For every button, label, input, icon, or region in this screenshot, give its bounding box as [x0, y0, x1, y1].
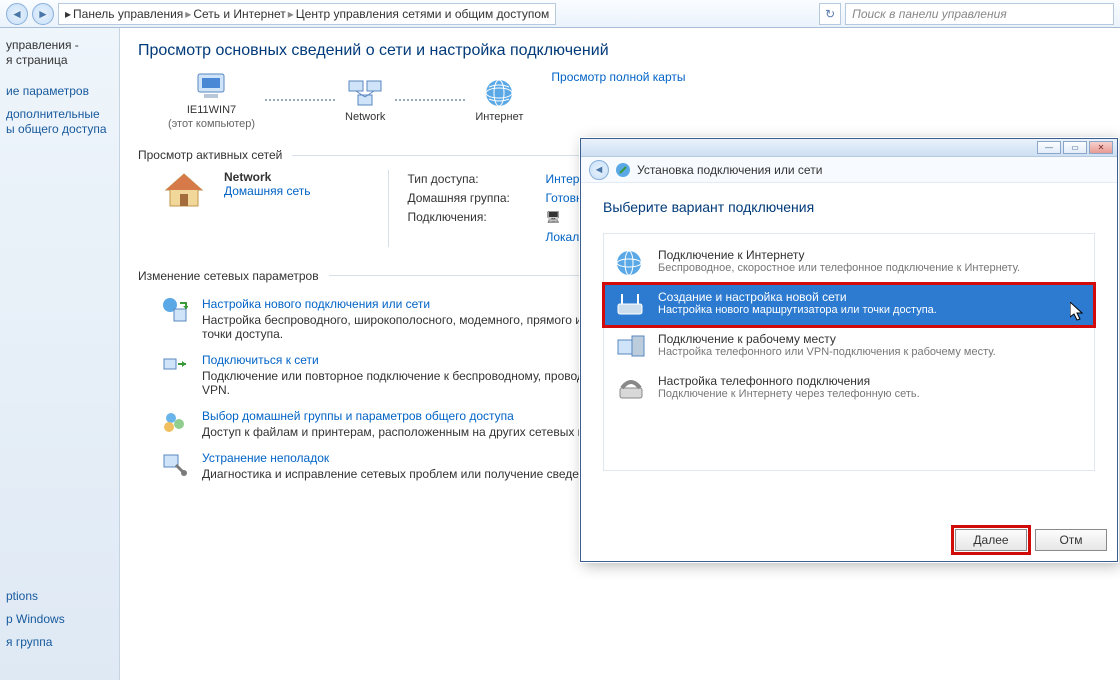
task-link[interactable]: Устранение неполадок: [202, 451, 632, 465]
network-name: Network: [224, 170, 310, 184]
node-label: IE11WIN7: [187, 104, 236, 116]
home-network-icon: [162, 170, 206, 210]
chevron-right-icon: ▸: [288, 7, 294, 21]
breadcrumb[interactable]: ▸ Панель управления ▸ Сеть и Интернет ▸ …: [58, 3, 556, 25]
network-node-network[interactable]: Network: [345, 77, 385, 123]
network-type-link[interactable]: Домашняя сеть: [224, 184, 310, 198]
breadcrumb-item[interactable]: Панель управления: [73, 7, 183, 21]
phone-icon: [614, 374, 648, 404]
full-map-link[interactable]: Просмотр полной карты: [551, 70, 685, 84]
sidebar-footer-link[interactable]: р Windows: [6, 612, 65, 627]
connection-line: [395, 99, 465, 101]
wizard-header: ◄ Установка подключения или сети: [581, 157, 1117, 183]
connection-wizard-icon: [162, 297, 188, 323]
address-bar: ◄ ► ▸ Панель управления ▸ Сеть и Интерне…: [0, 0, 1120, 28]
option-title: Настройка телефонного подключения: [658, 374, 920, 388]
sidebar-footer-link[interactable]: я группа: [6, 635, 65, 650]
next-button[interactable]: Далее: [955, 529, 1027, 551]
wizard-option-new-network[interactable]: Создание и настройка новой сети Настройк…: [604, 284, 1094, 326]
option-title: Подключение к Интернету: [658, 248, 1020, 262]
globe-icon: [614, 248, 648, 278]
node-sublabel: (этот компьютер): [168, 118, 255, 130]
troubleshoot-icon: [162, 451, 188, 477]
chevron-right-icon: ▸: [185, 7, 191, 21]
homegroup-icon: [162, 409, 188, 435]
prop-key: Подключения:: [407, 208, 537, 227]
section-label: Изменение сетевых параметров: [138, 269, 319, 283]
option-desc: Настройка телефонного или VPN-подключени…: [658, 346, 996, 358]
monitor-icon: 🖥: [545, 208, 560, 227]
network-icon: [345, 77, 385, 109]
prop-key: Тип доступа:: [407, 170, 537, 189]
search-placeholder: Поиск в панели управления: [852, 7, 1007, 21]
connection-line: [265, 99, 335, 101]
option-desc: Настройка нового маршрутизатора или точк…: [658, 304, 937, 316]
breadcrumb-item[interactable]: Сеть и Интернет: [193, 7, 285, 21]
section-label: Просмотр активных сетей: [138, 148, 282, 162]
wizard-footer: Далее Отм: [955, 529, 1107, 551]
sidebar-footer-link[interactable]: ptions: [6, 589, 65, 604]
wizard-option-internet[interactable]: Подключение к Интернету Беспроводное, ск…: [604, 242, 1094, 284]
nav-forward-button[interactable]: ►: [32, 3, 54, 25]
node-label: Network: [345, 111, 385, 123]
minimize-button[interactable]: —: [1037, 141, 1061, 154]
breadcrumb-item[interactable]: Центр управления сетями и общим доступом: [296, 7, 550, 21]
mouse-cursor-icon: [1070, 302, 1084, 322]
workplace-icon: [614, 332, 648, 362]
task-desc: Диагностика и исправление сетевых пробле…: [202, 467, 632, 481]
prop-value-link[interactable]: Готовн: [545, 189, 582, 208]
network-map: IE11WIN7 (этот компьютер) Network Интерн…: [168, 70, 523, 130]
sidebar: управления - я страница ие параметров до…: [0, 28, 120, 680]
network-node-this-pc[interactable]: IE11WIN7 (этот компьютер): [168, 70, 255, 130]
option-desc: Подключение к Интернету через телефонную…: [658, 388, 920, 400]
option-desc: Беспроводное, скоростное или телефонное …: [658, 262, 1020, 274]
computer-icon: [192, 70, 232, 102]
router-icon: [614, 290, 648, 320]
wizard-body: Выберите вариант подключения Подключение…: [581, 183, 1117, 471]
option-title: Подключение к рабочему месту: [658, 332, 996, 346]
node-label: Интернет: [475, 111, 523, 123]
cancel-button[interactable]: Отм: [1035, 529, 1107, 551]
sidebar-item-adapter-settings[interactable]: ие параметров: [6, 84, 113, 99]
connect-icon: [162, 353, 188, 379]
prop-key: Домашняя группа:: [407, 189, 537, 208]
page-title: Просмотр основных сведений о сети и наст…: [138, 42, 1102, 60]
option-title: Создание и настройка новой сети: [658, 290, 937, 304]
network-node-internet[interactable]: Интернет: [475, 77, 523, 123]
wizard-options-list: Подключение к Интернету Беспроводное, ск…: [603, 233, 1095, 471]
wizard-titlebar[interactable]: — ▭ ✕: [581, 139, 1117, 157]
search-input[interactable]: Поиск в панели управления: [845, 3, 1114, 25]
refresh-button[interactable]: ↻: [819, 3, 841, 25]
maximize-button[interactable]: ▭: [1063, 141, 1087, 154]
wizard-caption: Установка подключения или сети: [637, 163, 822, 177]
nav-back-button[interactable]: ◄: [6, 3, 28, 25]
breadcrumb-root-icon: ▸: [65, 7, 71, 21]
wizard-back-button[interactable]: ◄: [589, 160, 609, 180]
sidebar-text: управления - я страница: [6, 38, 113, 68]
wizard-option-workplace[interactable]: Подключение к рабочему месту Настройка т…: [604, 326, 1094, 368]
globe-icon: [479, 77, 519, 109]
sidebar-item-advanced-sharing[interactable]: дополнительные ы общего доступа: [6, 107, 113, 137]
close-button[interactable]: ✕: [1089, 141, 1113, 154]
wizard-app-icon: [615, 162, 631, 178]
sidebar-footer: ptions р Windows я группа: [6, 589, 65, 658]
wizard-heading: Выберите вариант подключения: [603, 199, 1095, 215]
wizard-option-dialup[interactable]: Настройка телефонного подключения Подклю…: [604, 368, 1094, 410]
connection-wizard-dialog: — ▭ ✕ ◄ Установка подключения или сети В…: [580, 138, 1118, 562]
